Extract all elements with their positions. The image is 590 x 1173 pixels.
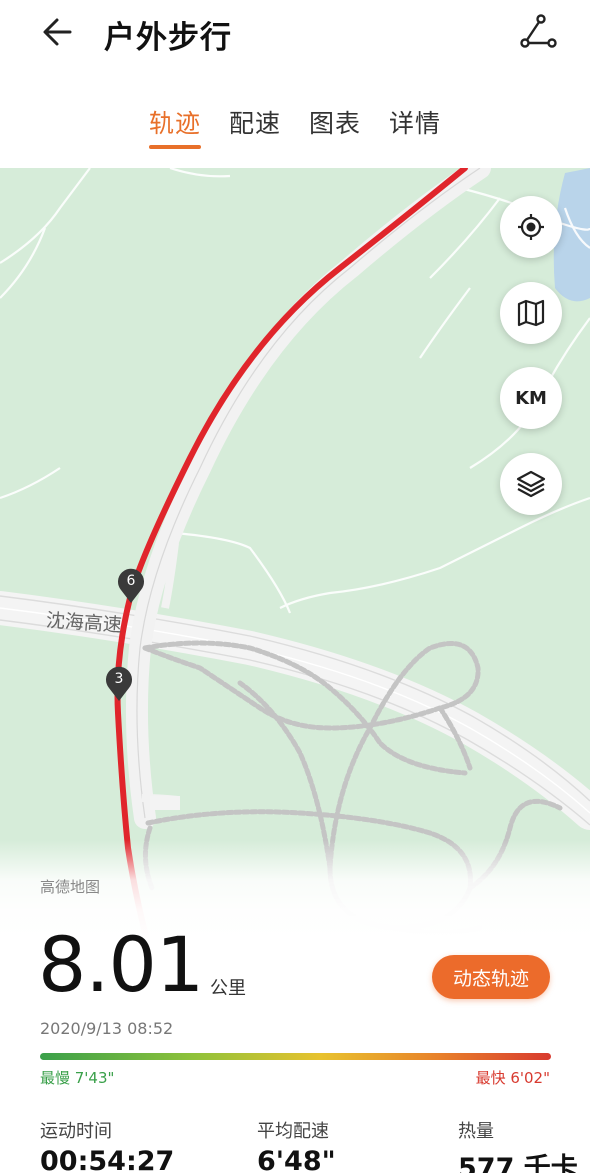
header: 户外步行 轨迹 配速 图表 详情 — [0, 0, 590, 168]
tab-track[interactable]: 轨迹 — [149, 104, 201, 140]
active-tab-indicator — [149, 145, 201, 149]
stat-duration-label: 运动时间 — [40, 1121, 112, 1142]
km-marker-toggle-button[interactable]: KM — [500, 367, 562, 429]
tab-chart[interactable]: 图表 — [309, 104, 361, 140]
layers-icon — [516, 470, 546, 498]
stat-calories-label: 热量 — [458, 1121, 494, 1142]
back-button[interactable] — [36, 10, 80, 54]
km-marker-label: 3 — [114, 671, 124, 687]
map-icon — [517, 299, 545, 327]
distance-value: 8.01 — [38, 920, 204, 1009]
pace-slowest: 最慢 7'43" — [40, 1069, 115, 1087]
stat-duration-value: 00:54:27 — [40, 1146, 175, 1173]
layers-button[interactable] — [500, 453, 562, 515]
stat-avg-pace-label: 平均配速 — [257, 1121, 329, 1142]
record-datetime: 2020/9/13 08:52 — [40, 1019, 174, 1038]
dynamic-track-button[interactable]: 动态轨迹 — [432, 955, 550, 999]
locate-icon — [518, 214, 544, 240]
km-marker: 6 — [116, 568, 146, 604]
locate-button[interactable] — [500, 196, 562, 258]
stat-avg-pace-value: 6'48" — [257, 1146, 336, 1173]
map-type-button[interactable] — [500, 282, 562, 344]
distance-unit: 公里 — [210, 978, 246, 999]
pace-gradient-bar — [40, 1053, 551, 1060]
tab-details[interactable]: 详情 — [389, 104, 441, 140]
arrow-left-icon — [43, 18, 72, 46]
road-label: 沈海高速 — [45, 609, 123, 637]
km-marker-icon: KM — [515, 387, 547, 409]
km-marker: 3 — [104, 666, 134, 702]
map-provider-label: 高德地图 — [40, 878, 101, 896]
tab-bar: 轨迹 配速 图表 详情 — [0, 104, 590, 154]
page-title: 户外步行 — [104, 20, 232, 56]
share-button[interactable] — [516, 10, 560, 54]
tab-pace[interactable]: 配速 — [229, 104, 281, 140]
share-icon — [520, 14, 557, 48]
stat-calories-value: 577 千卡 — [458, 1153, 578, 1173]
pace-fastest: 最快 6'02" — [475, 1069, 550, 1087]
km-marker-label: 6 — [126, 573, 136, 589]
